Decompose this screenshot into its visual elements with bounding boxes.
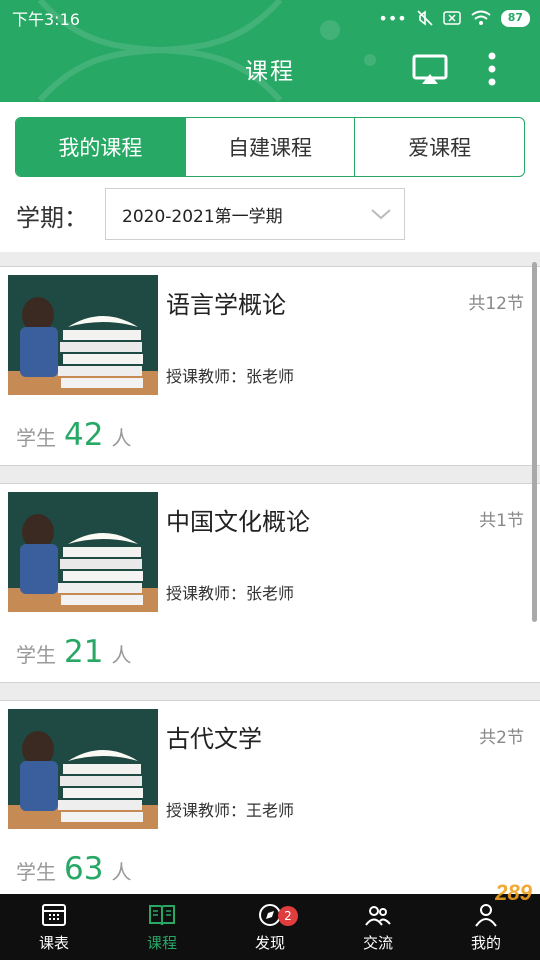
course-thumbnail-image: [8, 492, 158, 612]
course-thumbnail-image: [8, 275, 158, 395]
students-unit: 人: [111, 643, 132, 667]
course-card[interactable]: 古代文学 共2节 授课教师：王老师 学生 63 人: [0, 700, 540, 894]
students-label: 学生: [16, 426, 56, 450]
course-thumbnail: [8, 275, 158, 395]
course-teacher: 授课教师：张老师: [166, 367, 295, 386]
tab-label: 发现: [254, 933, 285, 952]
students-label: 学生: [16, 643, 56, 667]
tab-label: 课表: [38, 933, 69, 952]
students-unit: 人: [111, 426, 132, 450]
student-count: 学生 42 人: [16, 417, 131, 453]
course-list: 语言学概论 共12节 授课教师：张老师 学生 42 人 中国文化概论 共1节 授…: [0, 252, 540, 894]
students-number: 21: [64, 634, 104, 670]
chat-icon: [365, 905, 391, 926]
site-watermark: 289: [495, 880, 532, 905]
screen-cast-icon[interactable]: [412, 54, 448, 86]
status-bar: 下午3:16 ••• 87: [0, 0, 540, 36]
status-time: 下午3:16: [12, 10, 80, 29]
term-label: 学期：: [16, 204, 88, 232]
battery-indicator: 87: [500, 9, 530, 27]
term-selected-value: 2020-2021第一学期: [122, 206, 283, 227]
course-sections-count: 共12节: [468, 294, 524, 314]
tab-schedule[interactable]: 课表: [0, 894, 108, 960]
chevron-down-icon: [371, 209, 391, 220]
course-card[interactable]: 语言学概论 共12节 授课教师：张老师 学生 42 人: [0, 266, 540, 466]
calendar-icon: [42, 903, 66, 926]
student-count: 学生 21 人: [16, 634, 131, 670]
tab-label: 交流: [362, 933, 393, 952]
students-unit: 人: [111, 860, 132, 884]
tab-label: 我的: [470, 933, 501, 952]
segment-my-courses[interactable]: 我的课程: [16, 118, 185, 176]
tab-discover[interactable]: 发现 2: [216, 894, 324, 960]
app-bar: 下午3:16 ••• 87 课程: [0, 0, 540, 102]
sim-icon: [442, 11, 461, 25]
mute-icon: [417, 10, 433, 26]
students-label: 学生: [16, 860, 56, 884]
book-icon: [149, 904, 175, 925]
page-title: 课程: [245, 59, 295, 85]
course-sections-count: 共1节: [479, 511, 524, 531]
course-segment-control: 我的课程 自建课程 爱课程: [15, 117, 525, 177]
segment-self-built-courses[interactable]: 自建课程: [184, 118, 355, 176]
student-count: 学生 63 人: [16, 851, 131, 887]
notification-badge: 2: [278, 906, 298, 926]
course-thumbnail-image: [8, 709, 158, 829]
bottom-tab-bar: 课表 课程 发现 2 交流 我的: [0, 894, 540, 960]
course-name: 语言学概论: [166, 291, 286, 319]
tab-label: 课程: [146, 933, 177, 952]
course-name: 古代文学: [166, 725, 262, 753]
list-scrollbar[interactable]: [532, 262, 537, 622]
more-options-icon[interactable]: [478, 50, 506, 88]
course-teacher: 授课教师：王老师: [166, 801, 295, 820]
course-teacher: 授课教师：张老师: [166, 584, 295, 603]
course-thumbnail: [8, 492, 158, 612]
segment-icourse[interactable]: 爱课程: [354, 118, 524, 176]
tab-exchange[interactable]: 交流: [324, 894, 432, 960]
term-dropdown[interactable]: 2020-2021第一学期: [105, 188, 405, 240]
students-number: 42: [64, 417, 104, 453]
course-sections-count: 共2节: [479, 728, 524, 748]
wifi-icon: [471, 10, 491, 25]
course-thumbnail: [8, 709, 158, 829]
course-card[interactable]: 中国文化概论 共1节 授课教师：张老师 学生 21 人: [0, 483, 540, 683]
signal-dots-icon: •••: [378, 8, 407, 28]
tab-courses[interactable]: 课程: [108, 894, 216, 960]
course-name: 中国文化概论: [166, 508, 310, 536]
filter-area: 我的课程 自建课程 爱课程 学期： 2020-2021第一学期: [0, 102, 540, 252]
students-number: 63: [64, 851, 104, 887]
